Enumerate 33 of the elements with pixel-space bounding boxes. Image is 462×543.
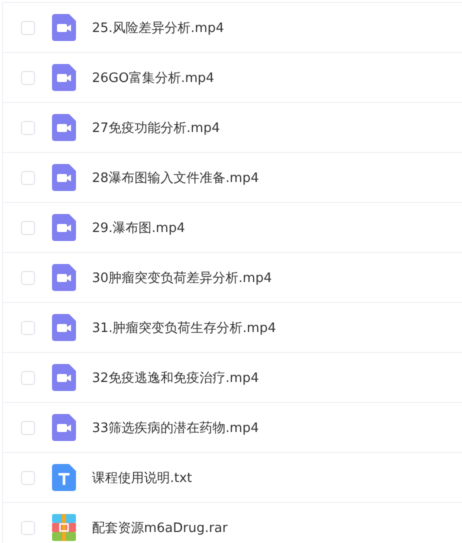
- file-name[interactable]: 29.瀑布图.mp4: [92, 218, 185, 236]
- checkbox[interactable]: [21, 420, 35, 434]
- video-file-icon: [52, 364, 76, 391]
- checkbox[interactable]: [21, 20, 35, 34]
- file-name[interactable]: 31.肿瘤突变负荷生存分析.mp4: [92, 318, 276, 336]
- checkbox[interactable]: [21, 370, 35, 384]
- file-name[interactable]: 32免疫逃逸和免疫治疗.mp4: [92, 368, 259, 386]
- checkbox[interactable]: [21, 70, 35, 84]
- archive-file-icon: [52, 514, 76, 541]
- video-file-icon: [52, 214, 76, 241]
- video-file-icon: [52, 314, 76, 341]
- checkbox[interactable]: [21, 320, 35, 334]
- checkbox[interactable]: [21, 520, 35, 534]
- video-file-icon: [52, 64, 76, 91]
- file-name[interactable]: 25.风险差异分析.mp4: [92, 18, 224, 36]
- file-name[interactable]: 配套资源m6aDrug.rar: [92, 518, 228, 536]
- video-file-icon: [52, 114, 76, 141]
- video-file-icon: [52, 164, 76, 191]
- checkbox[interactable]: [21, 220, 35, 234]
- checkbox[interactable]: [21, 170, 35, 184]
- file-name[interactable]: 课程使用说明.txt: [92, 468, 192, 486]
- video-file-icon: [52, 414, 76, 441]
- file-name[interactable]: 26GO富集分析.mp4: [92, 68, 214, 86]
- text-file-icon: [52, 464, 76, 491]
- file-name[interactable]: 33筛选疾病的潜在药物.mp4: [92, 418, 259, 436]
- file-name[interactable]: 28瀑布图输入文件准备.mp4: [92, 168, 259, 186]
- checkbox[interactable]: [21, 470, 35, 484]
- file-name[interactable]: 30肿瘤突变负荷差异分析.mp4: [92, 268, 272, 286]
- checkbox[interactable]: [21, 270, 35, 284]
- file-name[interactable]: 27免疫功能分析.mp4: [92, 118, 220, 136]
- checkbox[interactable]: [21, 120, 35, 134]
- video-file-icon: [52, 264, 76, 291]
- video-file-icon: [52, 14, 76, 41]
